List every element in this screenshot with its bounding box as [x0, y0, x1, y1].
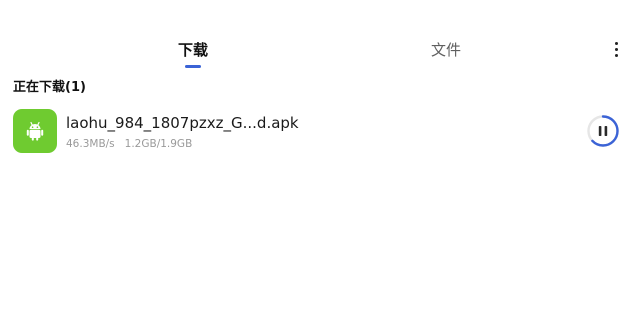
download-item[interactable]: laohu_984_1807pzxz_G...d.apk 46.3MB/s 1.2… — [0, 100, 640, 162]
tab-download[interactable]: 下载 — [168, 38, 218, 62]
downloads-page: 下载 文件 正在下载(1) laohu_984_1807pzxz_G...d.a… — [0, 0, 640, 325]
download-speed: 46.3MB/s — [66, 138, 115, 150]
progress-ring — [587, 115, 619, 147]
app-icon — [13, 109, 57, 153]
active-tab-indicator — [185, 65, 201, 68]
pause-button[interactable] — [586, 114, 620, 148]
download-progress-text: 1.2GB/1.9GB — [124, 138, 193, 150]
section-title: 正在下载(1) — [13, 80, 86, 95]
pause-icon — [598, 126, 608, 136]
download-filename: laohu_984_1807pzxz_G...d.apk — [66, 114, 299, 132]
more-options-button[interactable] — [606, 38, 628, 62]
tab-bar: 下载 文件 — [0, 0, 640, 70]
android-icon — [26, 121, 44, 141]
tab-files[interactable]: 文件 — [420, 38, 472, 62]
download-meta: 46.3MB/s 1.2GB/1.9GB — [66, 136, 192, 152]
